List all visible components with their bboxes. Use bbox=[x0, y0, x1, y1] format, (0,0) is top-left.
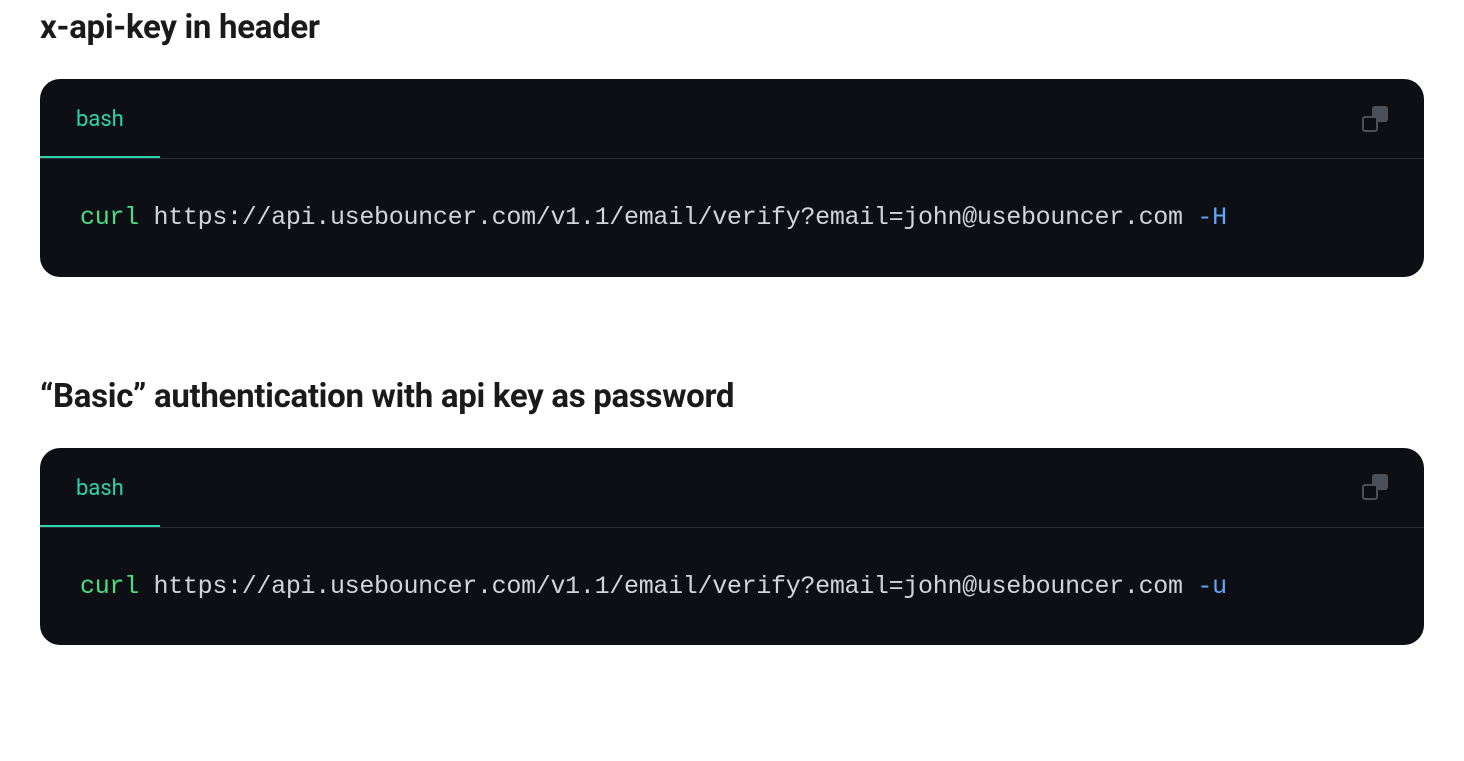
code-url: https://api.usebouncer.com/v1.1/email/ve… bbox=[154, 572, 1183, 601]
code-command: curl bbox=[80, 572, 139, 601]
code-block-header: bash bbox=[40, 448, 1424, 528]
copy-code-button[interactable] bbox=[1354, 98, 1396, 140]
code-block-header: bash bbox=[40, 79, 1424, 159]
section-heading-basic-auth: “Basic” authentication with api key as p… bbox=[40, 377, 1424, 416]
copy-icon bbox=[1362, 474, 1388, 500]
code-command: curl bbox=[80, 203, 139, 232]
code-url: https://api.usebouncer.com/v1.1/email/ve… bbox=[154, 203, 1183, 232]
code-line: curl https://api.usebouncer.com/v1.1/ema… bbox=[80, 203, 1227, 232]
code-line: curl https://api.usebouncer.com/v1.1/ema… bbox=[80, 572, 1227, 601]
code-block-api-key-header: bash curl https://api.usebouncer.com/v1.… bbox=[40, 79, 1424, 277]
code-language-tab[interactable]: bash bbox=[40, 448, 160, 527]
code-content[interactable]: curl https://api.usebouncer.com/v1.1/ema… bbox=[40, 159, 1424, 277]
code-flag: -H bbox=[1197, 203, 1226, 232]
copy-code-button[interactable] bbox=[1354, 466, 1396, 508]
code-content[interactable]: curl https://api.usebouncer.com/v1.1/ema… bbox=[40, 528, 1424, 646]
code-flag: -u bbox=[1197, 572, 1226, 601]
code-language-tab[interactable]: bash bbox=[40, 79, 160, 158]
copy-icon bbox=[1362, 106, 1388, 132]
section-heading-api-key-header: x-api-key in header bbox=[40, 8, 1424, 47]
code-block-basic-auth: bash curl https://api.usebouncer.com/v1.… bbox=[40, 448, 1424, 646]
